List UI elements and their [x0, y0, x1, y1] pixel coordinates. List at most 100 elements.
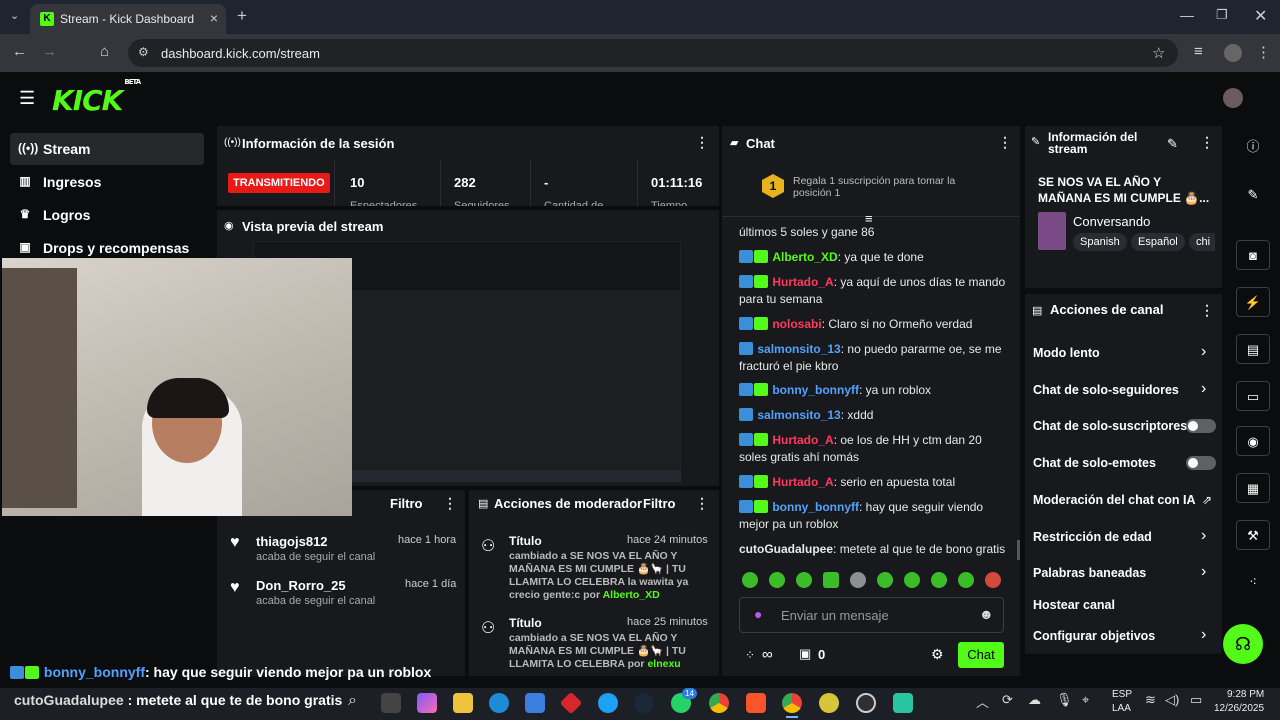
brave-icon[interactable] — [746, 693, 766, 713]
forward-icon[interactable]: → — [42, 43, 57, 60]
kick-logo[interactable]: KICKBETA — [52, 78, 141, 117]
lightning-icon[interactable]: ⚡ — [1236, 287, 1270, 317]
tab-close-icon[interactable]: × — [210, 10, 218, 26]
tab-list-icon[interactable]: ⌄ — [10, 9, 19, 22]
edit-icon[interactable]: ✎ — [1236, 180, 1270, 210]
tag-chip[interactable]: chi — [1189, 233, 1215, 251]
chrome-icon[interactable] — [709, 693, 729, 713]
battery-icon[interactable]: ▭ — [1190, 692, 1202, 708]
emote-icon[interactable] — [931, 572, 947, 588]
window-close-icon[interactable]: ✕ — [1254, 6, 1267, 26]
category-name[interactable]: Conversando — [1073, 214, 1150, 229]
bookmark-star-icon[interactable]: ☆ — [1152, 44, 1165, 62]
home-icon[interactable]: ⌂ — [100, 43, 109, 60]
edge-icon[interactable] — [489, 693, 509, 713]
sidebar-item-logros[interactable]: ♛ Logros — [10, 199, 204, 231]
emote-icon[interactable] — [904, 572, 920, 588]
subs-only-toggle[interactable] — [1186, 419, 1216, 433]
task-view-icon[interactable] — [381, 693, 401, 713]
activity-more-icon[interactable]: ⋮ — [443, 495, 457, 512]
app-teal-icon[interactable] — [893, 693, 913, 713]
minimize-icon[interactable]: — — [1180, 7, 1194, 23]
tray-location-icon[interactable]: ⌖ — [1082, 692, 1089, 708]
channel-actions-more-icon[interactable]: ⋮ — [1200, 302, 1214, 319]
chevron-right-icon[interactable]: › — [1201, 563, 1206, 581]
address-bar[interactable]: ⚙ dashboard.kick.com/stream ☆ — [128, 39, 1178, 67]
emote-icon[interactable] — [823, 572, 839, 588]
wifi-icon[interactable]: ≋ — [1145, 692, 1156, 708]
chat-scrollbar[interactable] — [1017, 540, 1020, 560]
media-control-icon[interactable]: ≡ — [1194, 43, 1203, 60]
action-age-restriction[interactable]: Restricción de edad — [1033, 530, 1213, 544]
chevron-right-icon[interactable]: › — [1201, 527, 1206, 545]
tag-chip[interactable]: Spanish — [1073, 233, 1127, 251]
tray-cloud-icon[interactable]: ☁ — [1028, 692, 1041, 708]
clock-time[interactable]: 9:28 PM — [1227, 689, 1264, 700]
tray-sync-icon[interactable]: ⟳ — [1002, 692, 1013, 708]
chat-input[interactable]: ● Enviar un mensaje ☻ — [739, 597, 1004, 633]
site-info-icon[interactable]: ⚙ — [138, 45, 149, 59]
tag-chip[interactable]: Español — [1131, 233, 1185, 251]
browser-menu-icon[interactable]: ⋮ — [1256, 43, 1271, 61]
tools-icon[interactable]: ⚒ — [1236, 520, 1270, 550]
app-blue-icon[interactable] — [598, 693, 618, 713]
language-indicator[interactable]: ESP — [1112, 689, 1132, 700]
chat-username[interactable]: bonny_bonnyff — [772, 383, 859, 397]
emote-icon[interactable] — [877, 572, 893, 588]
emote-icon[interactable] — [742, 572, 758, 588]
support-headset-button[interactable]: ☊ — [1223, 624, 1263, 664]
copilot-icon[interactable] — [417, 693, 437, 713]
chevron-right-icon[interactable]: › — [1201, 626, 1206, 644]
chat-username[interactable]: cutoGuadalupee — [739, 542, 833, 556]
emote-icon[interactable] — [769, 572, 785, 588]
chat-send-button[interactable]: Chat — [958, 642, 1004, 668]
profile-avatar[interactable] — [1224, 44, 1242, 62]
chat-bubble-icon[interactable]: ▭ — [1236, 381, 1270, 411]
action-slow-mode[interactable]: Modo lento — [1033, 346, 1213, 360]
mod-filter-button[interactable]: Filtro — [643, 496, 676, 511]
hamburger-menu-icon[interactable]: ☰ — [19, 88, 35, 109]
mod-more-icon[interactable]: ⋮ — [695, 495, 709, 512]
browser-tab[interactable]: K Stream - Kick Dashboard × — [30, 4, 226, 34]
notes-icon[interactable]: ▤ — [1236, 334, 1270, 364]
activity-filter-button[interactable]: Filtro — [390, 496, 423, 511]
mod-item-by[interactable]: elnexu — [647, 658, 680, 670]
chat-username[interactable]: Alberto_XD — [772, 250, 837, 264]
info-icon[interactable]: ⓘ — [1236, 132, 1270, 162]
mic-icon[interactable]: ● — [754, 606, 762, 622]
stream-info-more-icon[interactable]: ⋮ — [1200, 134, 1214, 151]
chrome-active-icon[interactable] — [782, 693, 802, 713]
emote-icon[interactable] — [958, 572, 974, 588]
chat-username[interactable]: salmonsito_13 — [757, 342, 840, 356]
chevron-right-icon[interactable]: › — [1201, 380, 1206, 398]
broadcast-icon[interactable]: ◉ — [1236, 426, 1270, 456]
sub-promo-text[interactable]: Regala 1 suscripción para tomar la posic… — [793, 175, 973, 199]
action-host-channel[interactable]: Hostear canal — [1033, 598, 1213, 612]
back-icon[interactable]: ← — [12, 43, 27, 60]
gift-icon[interactable]: ▣ — [799, 646, 811, 662]
scatter-icon[interactable]: ⁖ — [1236, 567, 1270, 597]
chevron-right-icon[interactable]: › — [1201, 343, 1206, 361]
chat-username[interactable]: Hurtado_A — [772, 475, 833, 489]
emote-icon[interactable] — [796, 572, 812, 588]
external-link-icon[interactable]: ⇗ — [1202, 493, 1212, 507]
new-tab-icon[interactable]: + — [237, 6, 247, 26]
steam-icon[interactable] — [634, 693, 654, 713]
sidebar-item-stream[interactable]: ((•)) Stream — [10, 133, 204, 165]
emote-icon[interactable] — [850, 572, 866, 588]
obs-icon[interactable] — [856, 693, 876, 713]
chat-username[interactable]: salmonsito_13 — [757, 408, 840, 422]
edit-pencil-icon[interactable]: ✎ — [1167, 136, 1178, 152]
chat-username[interactable]: Hurtado_A — [772, 275, 833, 289]
chat-username[interactable]: nolosabi — [772, 317, 821, 331]
app-yellow-icon[interactable] — [819, 693, 839, 713]
sidebar-item-ingresos[interactable]: ▥ Ingresos — [10, 166, 204, 198]
emote-icon[interactable] — [985, 572, 1001, 588]
chat-more-icon[interactable]: ⋮ — [998, 134, 1012, 151]
file-explorer-icon[interactable] — [453, 693, 473, 713]
action-ai-moderation[interactable]: Moderación del chat con IA — [1033, 493, 1213, 507]
mod-item-by[interactable]: Alberto_XD — [603, 589, 660, 601]
search-icon[interactable]: ⌕ — [348, 692, 357, 710]
action-configure-goals[interactable]: Configurar objetivos — [1033, 629, 1213, 643]
chat-username[interactable]: Hurtado_A — [772, 433, 833, 447]
